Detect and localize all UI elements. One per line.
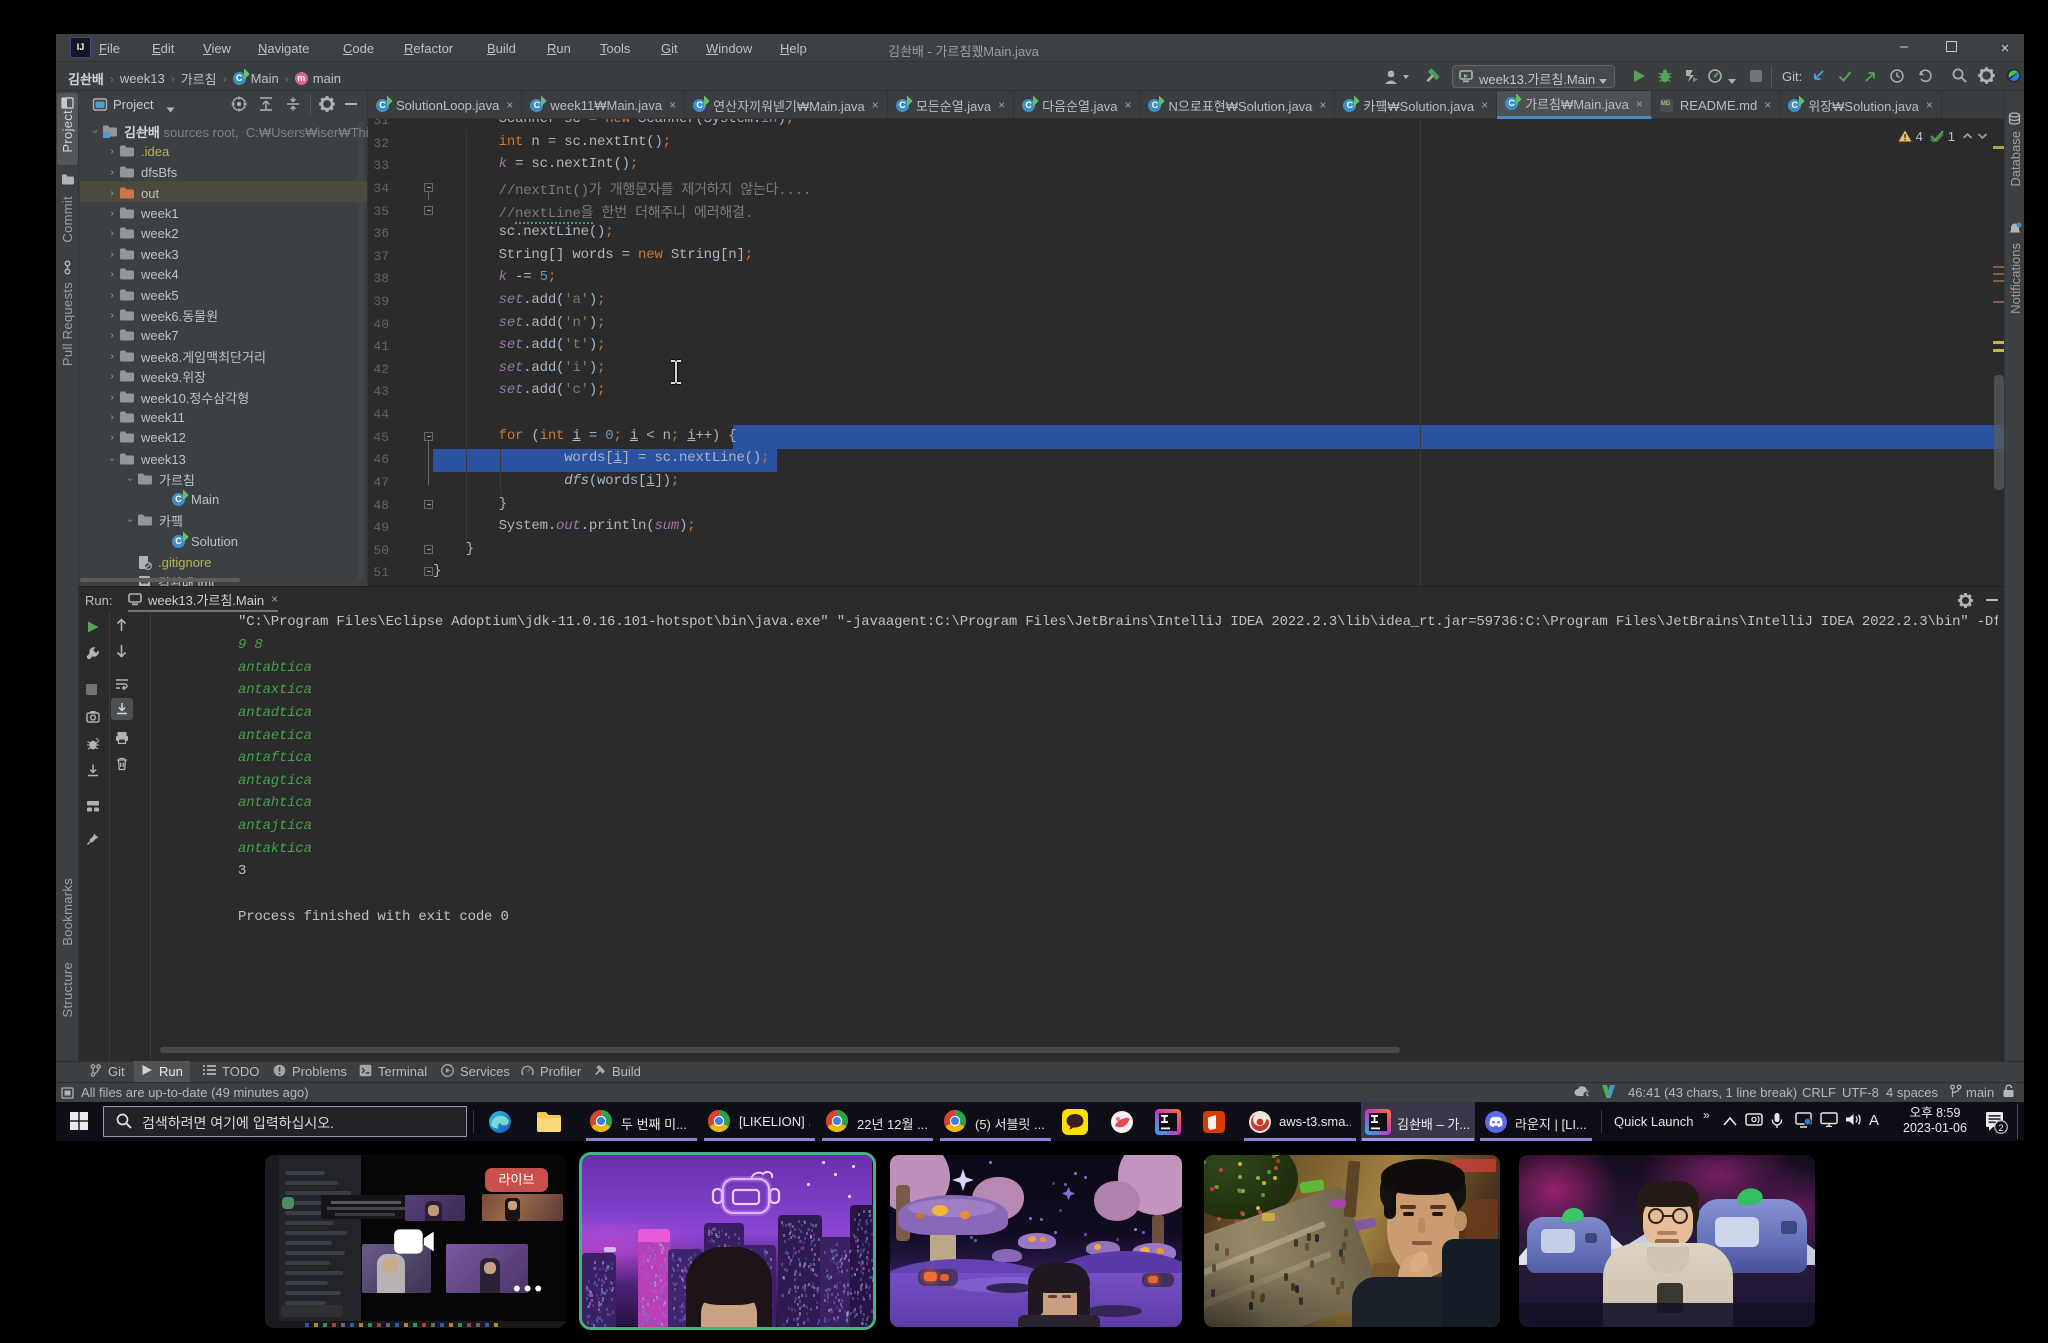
svg-text:2: 2 xyxy=(1998,1123,2003,1134)
